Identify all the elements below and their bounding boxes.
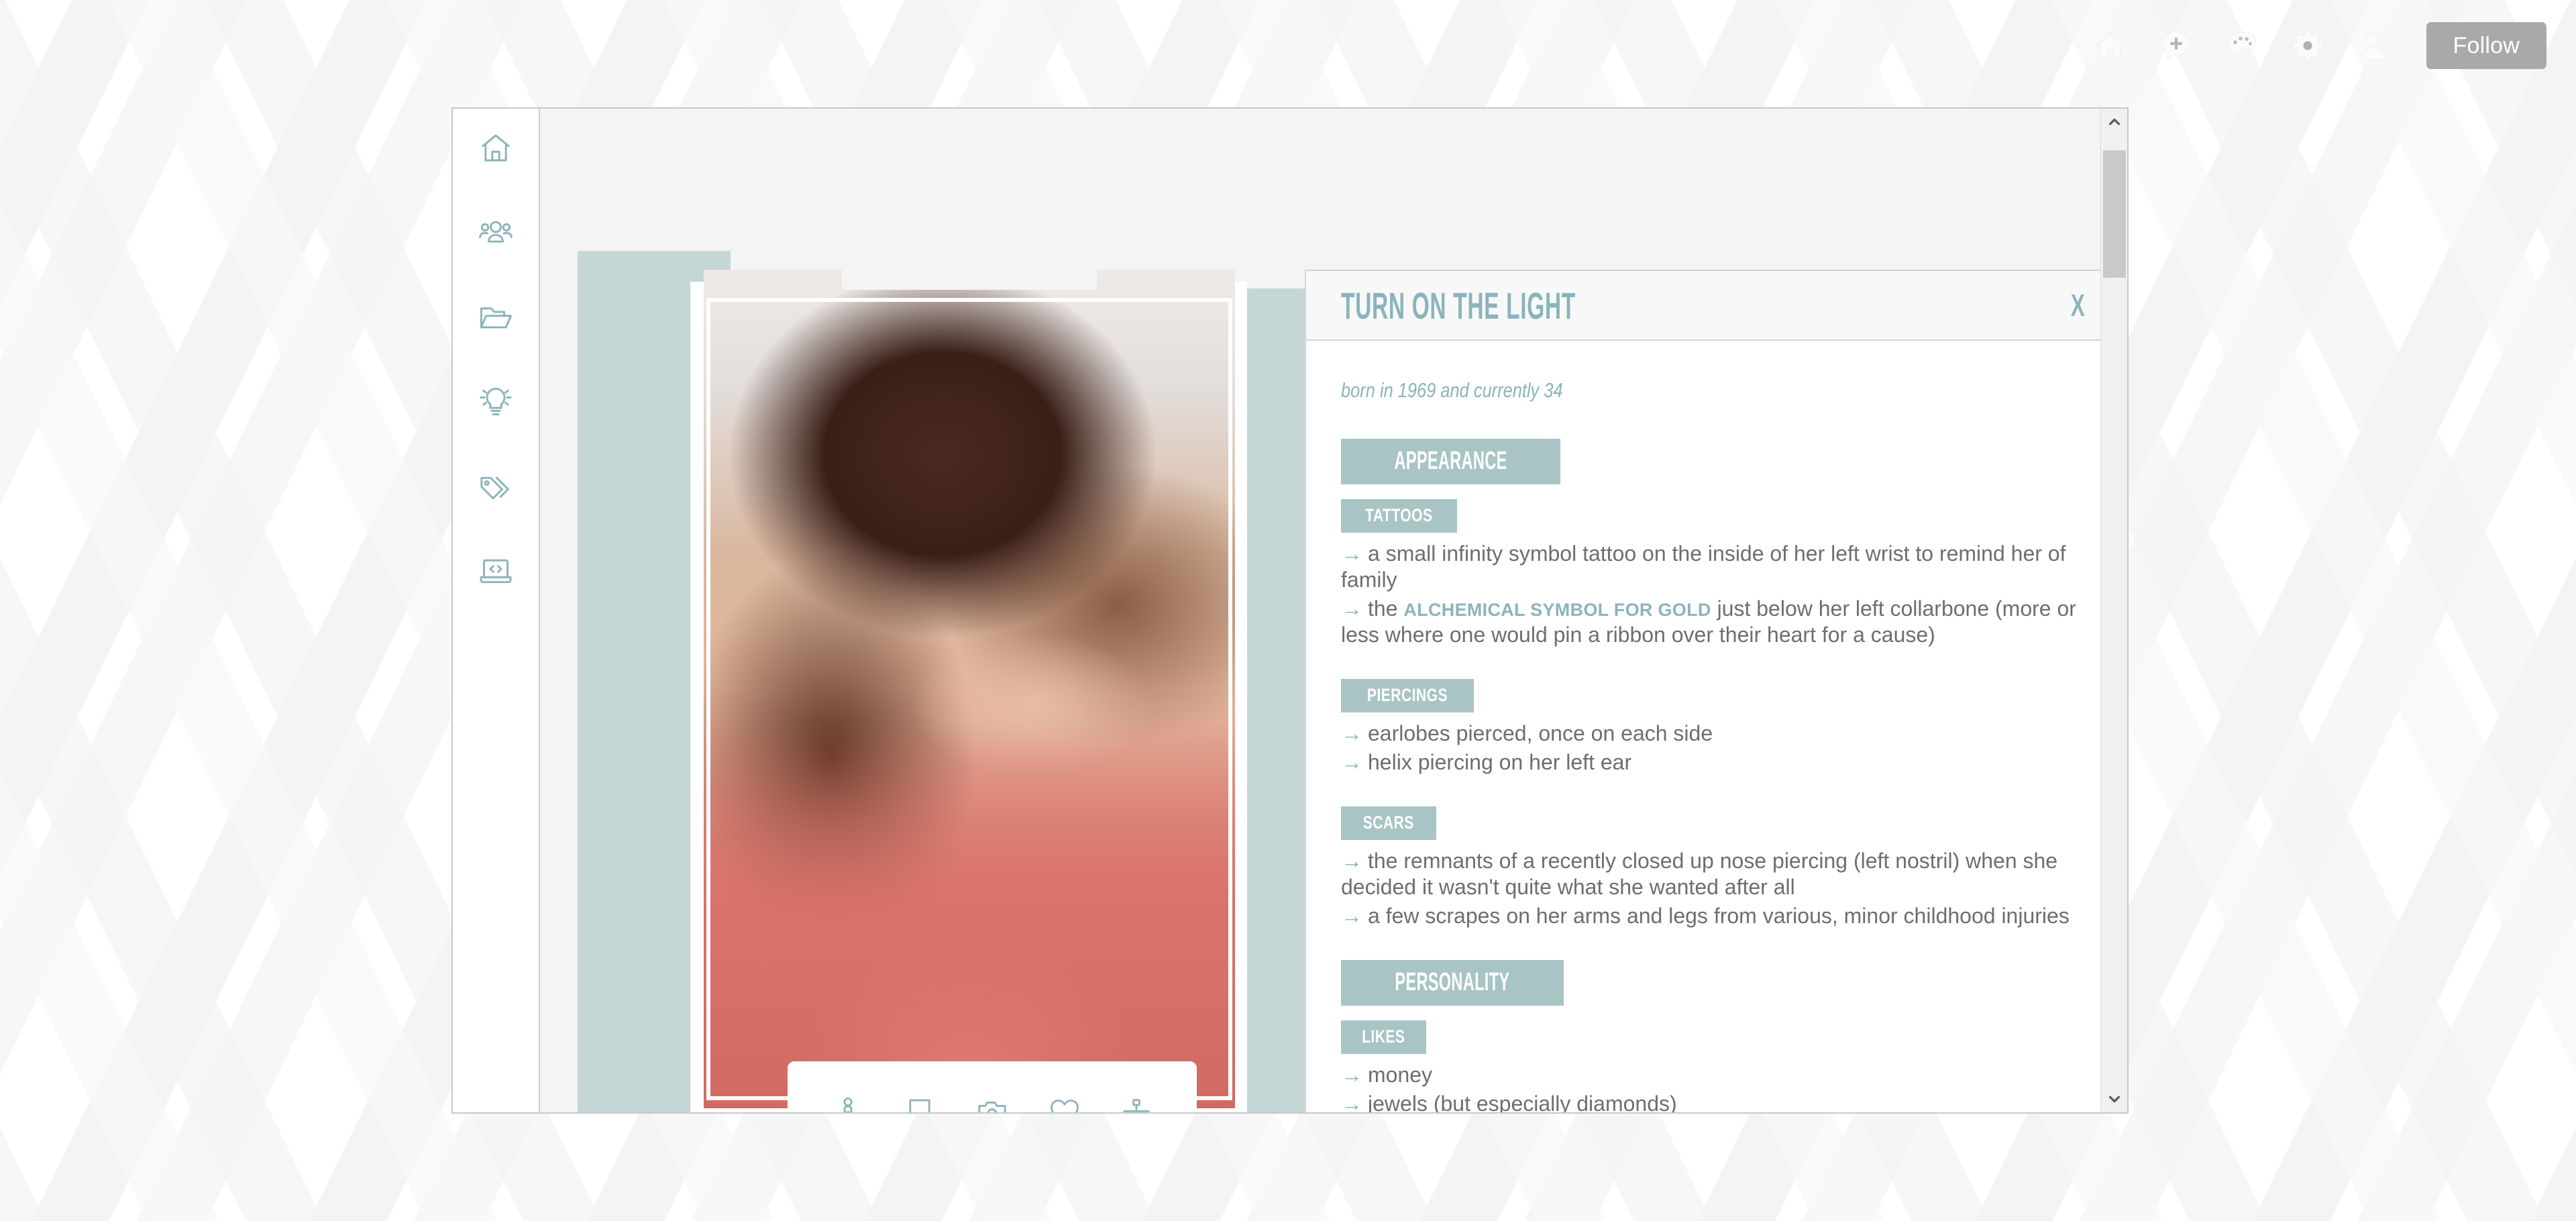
lightbulb-icon bbox=[478, 384, 514, 423]
sidebar-item-members[interactable] bbox=[471, 209, 521, 259]
vertical-scrollbar[interactable] bbox=[2100, 109, 2127, 1112]
page-title: TURN ON THE LIGHT bbox=[1341, 284, 1576, 327]
user-icon[interactable] bbox=[2341, 13, 2406, 78]
left-sidebar bbox=[453, 109, 540, 1112]
sidebar-item-tags[interactable] bbox=[471, 463, 521, 513]
section-personality: PERSONALITY LIKES → money → jewels (but es… bbox=[1341, 960, 2088, 1112]
group-label: PIERCINGS bbox=[1341, 679, 1474, 713]
list-item: → a few scrapes on her arms and legs from… bbox=[1341, 904, 2070, 928]
list-item: → earlobes pierced, once on each side bbox=[1341, 721, 1713, 746]
card-subtitle: born in 1969 and currently 34 bbox=[1341, 378, 1563, 402]
sidebar-item-files[interactable] bbox=[471, 294, 521, 343]
tags-icon bbox=[478, 468, 514, 508]
profile-photo bbox=[704, 270, 1235, 1108]
laptop-code-icon bbox=[478, 553, 514, 592]
sidebar-item-code[interactable] bbox=[471, 547, 521, 597]
list-item: → the ALCHEMICAL SYMBOL FOR GOLD just bel… bbox=[1341, 596, 2076, 647]
section-heading: APPEARANCE bbox=[1341, 439, 1561, 484]
group-scars: SCARS → the remnants of a recently closed… bbox=[1341, 806, 2088, 929]
list-item: → helix piercing on her left ear bbox=[1341, 750, 1632, 775]
group-piercings: PIERCINGS → earlobes pierced, once on eac… bbox=[1341, 679, 2088, 776]
arrow-icon: → bbox=[1341, 904, 1362, 928]
arrow-icon: → bbox=[1341, 596, 1362, 621]
group-label: TATTOOS bbox=[1341, 499, 1457, 533]
home-icon bbox=[478, 131, 513, 169]
list-item: → a small infinity symbol tattoo on the i… bbox=[1341, 541, 2066, 592]
card-body: born in 1969 and currently 34 APPEARANCE… bbox=[1306, 341, 2123, 1112]
people-icon bbox=[478, 215, 514, 254]
camera-icon[interactable] bbox=[967, 1087, 1017, 1112]
arrow-icon: → bbox=[1341, 1092, 1362, 1112]
scrollbar-track[interactable] bbox=[2101, 136, 2127, 1085]
app-window: TURN ON THE LIGHT X born in 1969 and cur… bbox=[451, 107, 2129, 1114]
info-card: TURN ON THE LIGHT X born in 1969 and cur… bbox=[1305, 270, 2125, 1112]
section-appearance: APPEARANCE TATTOOS → a small infinity sym… bbox=[1341, 439, 2088, 929]
scroll-down-icon[interactable] bbox=[2101, 1085, 2127, 1112]
group-likes: LIKES → money → jewels (but especially dia… bbox=[1341, 1020, 2088, 1112]
gear-icon[interactable] bbox=[2275, 13, 2341, 78]
list-item: → the remnants of a recently closed up no… bbox=[1341, 849, 2058, 900]
sidebar-item-ideas[interactable] bbox=[471, 378, 521, 428]
sitemap-icon[interactable] bbox=[1112, 1087, 1161, 1112]
photo-top-notch bbox=[842, 270, 1097, 290]
follow-button[interactable]: Follow bbox=[2426, 22, 2546, 69]
add-post-icon[interactable] bbox=[2143, 13, 2209, 78]
inline-link[interactable]: ALCHEMICAL SYMBOL FOR GOLD bbox=[1403, 600, 1711, 620]
scroll-up-icon[interactable] bbox=[2101, 109, 2127, 136]
arrow-icon: → bbox=[1341, 1063, 1362, 1087]
sidebar-item-home[interactable] bbox=[471, 125, 521, 174]
heart-icon[interactable] bbox=[1040, 1087, 1089, 1112]
page-icon[interactable] bbox=[895, 1087, 945, 1112]
palette-icon[interactable] bbox=[2209, 13, 2275, 78]
group-tattoos: TATTOOS → a small infinity symbol tattoo … bbox=[1341, 499, 2088, 648]
arrow-icon: → bbox=[1341, 750, 1362, 775]
card-header: TURN ON THE LIGHT X bbox=[1306, 271, 2123, 341]
profile-photo-card bbox=[690, 270, 1247, 1112]
group-label: LIKES bbox=[1341, 1020, 1426, 1055]
section-heading: PERSONALITY bbox=[1341, 960, 1564, 1006]
photo-action-bar bbox=[788, 1061, 1197, 1112]
scrollbar-thumb[interactable] bbox=[2103, 150, 2126, 278]
content-area: TURN ON THE LIGHT X born in 1969 and cur… bbox=[540, 109, 2127, 1112]
list-item: → jewels (but especially diamonds) bbox=[1341, 1091, 2086, 1112]
top-toolbar: Follow bbox=[0, 0, 2576, 91]
folder-open-icon bbox=[478, 299, 514, 339]
arrow-icon: → bbox=[1341, 721, 1362, 746]
arrow-icon: → bbox=[1341, 541, 1362, 566]
group-label: SCARS bbox=[1341, 806, 1436, 841]
home-icon[interactable] bbox=[2078, 13, 2143, 78]
list-item: → money bbox=[1341, 1063, 1433, 1087]
arrow-icon: → bbox=[1341, 849, 1362, 873]
close-icon[interactable]: X bbox=[2071, 290, 2085, 321]
profile-pin-icon[interactable] bbox=[823, 1087, 873, 1112]
photo-image bbox=[704, 270, 1235, 1108]
